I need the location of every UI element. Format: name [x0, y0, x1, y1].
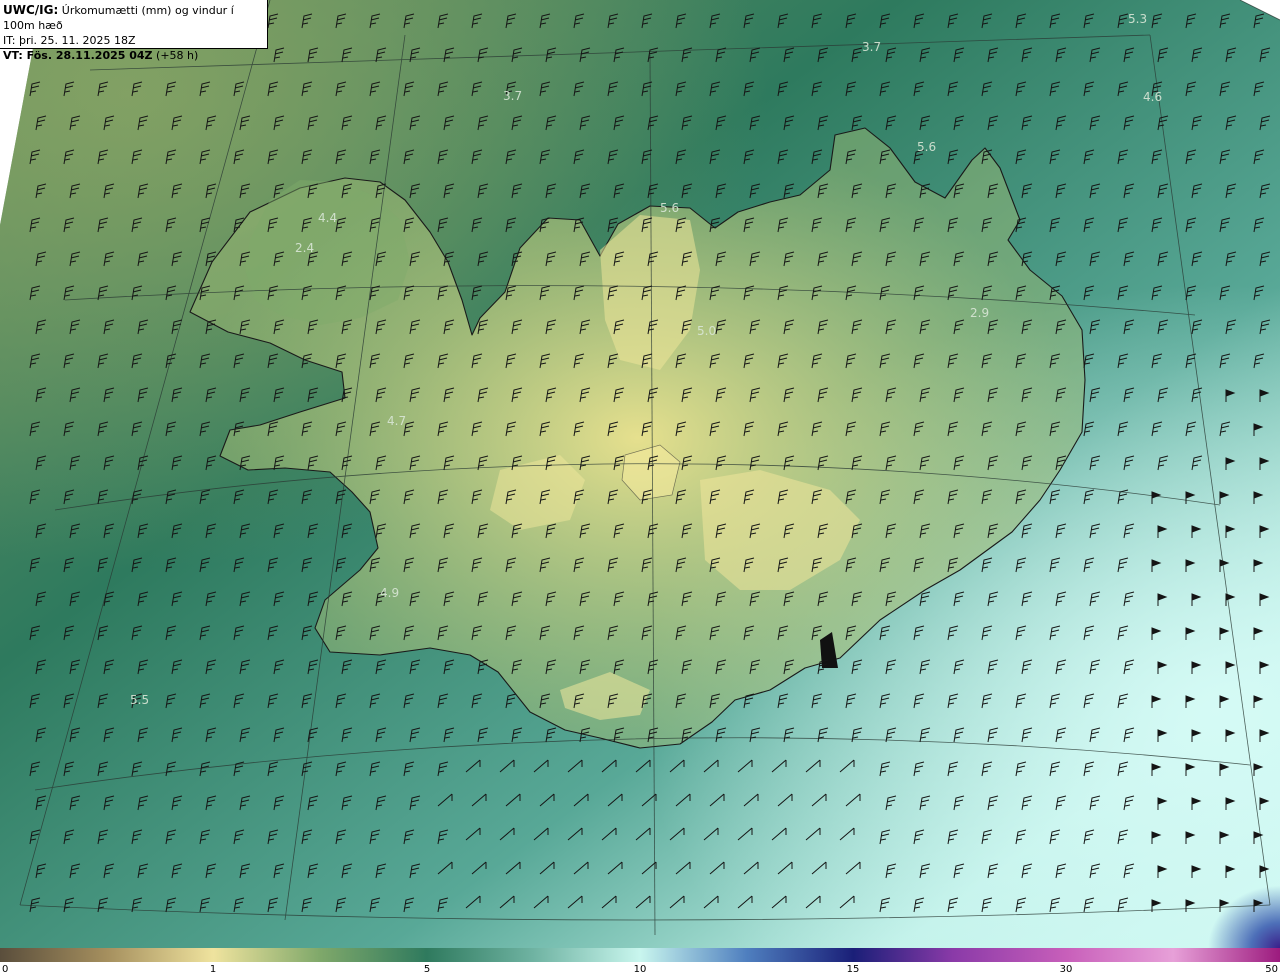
- lbl-3: 3.7: [503, 89, 522, 103]
- model-name: UWC/IG:: [3, 3, 59, 17]
- colorbar-tick-0: 0: [2, 964, 9, 975]
- colorbar-tick-15: 15: [846, 964, 860, 975]
- lbl-10: 2.9: [970, 306, 989, 320]
- colorbar-tick-30: 30: [1059, 964, 1073, 975]
- init-time: IT: þri. 25. 11. 2025 18Z: [3, 34, 136, 47]
- lbl-4: 4.6: [1143, 90, 1162, 104]
- colorbar: 0 1 5 10 15 30 50: [0, 948, 1280, 978]
- lbl-2: 3.7: [862, 40, 881, 54]
- lbl-11: 4.7: [387, 414, 406, 428]
- lbl-6: 5.6: [660, 201, 679, 215]
- lbl-13: 5.5: [130, 693, 149, 707]
- colorbar-tick-10: 10: [633, 964, 647, 975]
- lbl-1: 5.3: [1128, 12, 1147, 26]
- valid-time-line: VT: Fös. 28.11.2025 04Z (+58 h): [3, 48, 267, 63]
- lbl-9: 5.0: [697, 324, 716, 338]
- colorbar-tick-1: 1: [209, 964, 217, 975]
- lbl-7: 4.4: [318, 211, 337, 225]
- title-line: UWC/IG: Úrkomumætti (mm) og vindur í 100…: [3, 3, 267, 33]
- colorbar-tick-50: 50: [1265, 964, 1278, 975]
- lbl-8: 2.4: [295, 241, 314, 255]
- map-info-box: UWC/IG: Úrkomumætti (mm) og vindur í 100…: [0, 0, 268, 62]
- lbl-12: 4.9: [380, 586, 399, 600]
- lbl-5: 5.6: [917, 140, 936, 154]
- valid-time: VT: Fös. 28.11.2025 04Z: [3, 49, 153, 62]
- colorbar-strip: [0, 948, 1280, 962]
- precipitation-wind-map: 5.3 3.7 3.7 4.6 5.6 5.6 4.4 2.4 5.0 2.9 …: [0, 0, 1280, 948]
- lead-time: (+58 h): [156, 49, 199, 62]
- colorbar-tick-5: 5: [423, 964, 431, 975]
